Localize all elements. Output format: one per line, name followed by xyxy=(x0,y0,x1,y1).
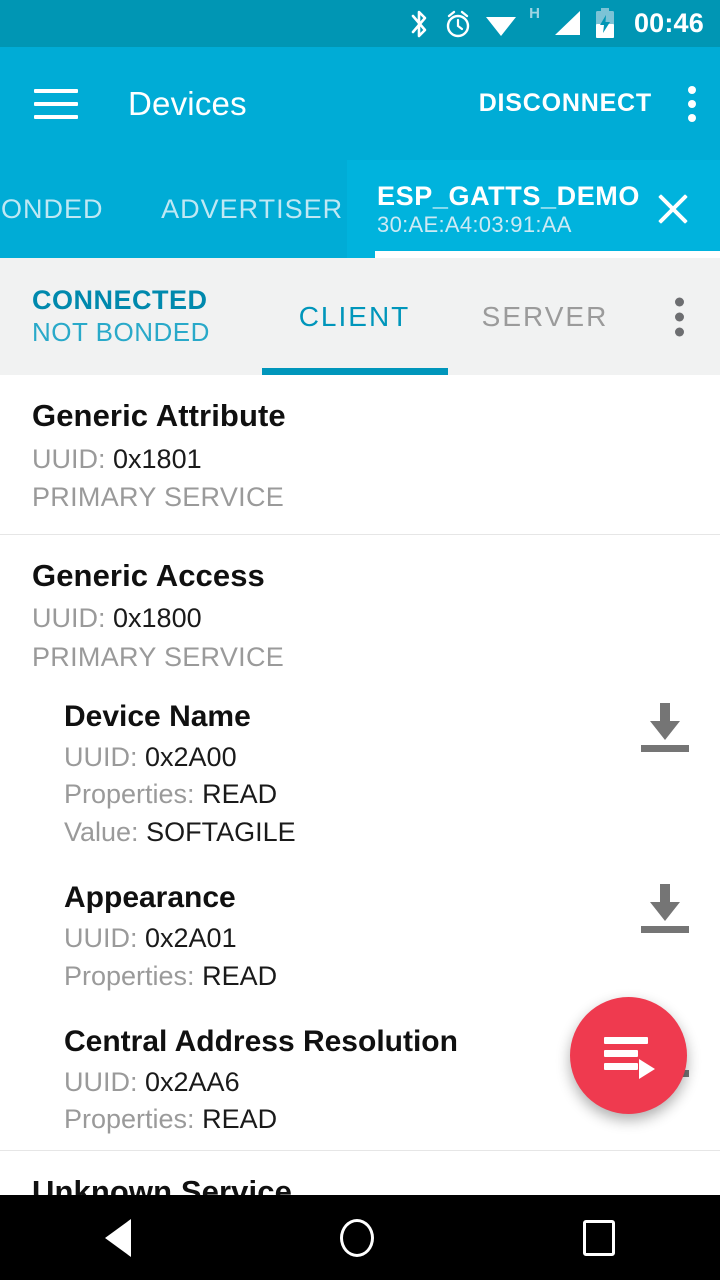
wifi-icon xyxy=(485,11,517,37)
download-arrow-head xyxy=(650,721,680,741)
service-type: PRIMARY SERVICE xyxy=(32,641,285,672)
list-item-characteristic[interactable]: Appearance UUID: 0x2A01 Properties: READ xyxy=(0,862,720,1006)
status-clock: 00:46 xyxy=(633,8,704,38)
list-item-service-partial[interactable]: Unknown Service xyxy=(0,1151,720,1195)
characteristic-uuid-value: 0x2AA6 xyxy=(145,1067,240,1098)
characteristic-properties-value: READ xyxy=(202,779,278,810)
hamburger-line xyxy=(34,114,78,119)
macro-line xyxy=(603,1036,648,1044)
kebab-dot xyxy=(688,113,696,122)
list-item-service[interactable]: Generic Attribute UUID: 0x1801 PRIMARY S… xyxy=(0,375,720,535)
characteristic-uuid: UUID: 0x2A01 xyxy=(64,922,630,954)
network-type-label: H xyxy=(529,5,540,22)
subtab-selected-indicator xyxy=(262,368,448,375)
tab-server[interactable]: SERVER xyxy=(455,301,635,333)
kebab-dot xyxy=(688,99,696,108)
run-macro-fab[interactable] xyxy=(570,997,687,1114)
characteristic-uuid-value: 0x2A01 xyxy=(145,923,237,954)
characteristic-uuid-label: UUID: xyxy=(64,742,138,773)
list-item-characteristic[interactable]: Device Name UUID: 0x2A00 Properties: REA… xyxy=(0,681,720,862)
characteristic-name: Device Name xyxy=(64,700,251,734)
service-uuid: UUID: 0x1800 xyxy=(32,602,720,634)
characteristic-value: Value: SOFTAGILE xyxy=(64,816,630,848)
alarm-icon xyxy=(443,9,473,39)
home-icon[interactable] xyxy=(339,1218,374,1257)
characteristic-properties: Properties: READ xyxy=(64,1103,630,1135)
service-uuid: UUID: 0x1801 xyxy=(32,443,720,475)
service-type: PRIMARY SERVICE xyxy=(32,482,285,513)
characteristic-properties: Properties: READ xyxy=(64,960,630,992)
service-uuid-value: 0x1801 xyxy=(113,443,202,474)
kebab-dot xyxy=(675,297,684,306)
kebab-dot xyxy=(675,327,684,336)
device-tab-text: ESP_GATTS_DEMO 30:AE:A4:03:91:AA xyxy=(377,181,640,238)
close-icon[interactable] xyxy=(650,186,696,232)
back-icon[interactable] xyxy=(104,1218,131,1257)
service-uuid-value: 0x1800 xyxy=(113,603,202,634)
client-overflow-menu-icon[interactable] xyxy=(675,297,684,336)
menu-icon[interactable] xyxy=(34,88,78,119)
characteristic-name: Appearance xyxy=(64,881,236,915)
kebab-dot xyxy=(675,312,684,321)
download-icon[interactable] xyxy=(636,703,692,753)
download-baseline xyxy=(641,745,689,753)
characteristic-properties-label: Properties: xyxy=(64,1104,195,1135)
characteristic-uuid: UUID: 0x2A00 xyxy=(64,741,630,773)
page-title: Devices xyxy=(128,84,247,122)
characteristic-name: Central Address Resolution xyxy=(64,1025,458,1059)
characteristic-properties-value: READ xyxy=(202,960,278,991)
characteristic-properties-value: READ xyxy=(202,1104,278,1135)
connection-status-block: CONNECTED NOT BONDED xyxy=(0,284,262,349)
status-badge-bond: NOT BONDED xyxy=(32,317,210,348)
app-screen: H 00:46 Devices DISCONNECT ONDED ADVERTI… xyxy=(0,0,720,1280)
recents-icon[interactable] xyxy=(583,1219,616,1256)
connection-status-bar: CONNECTED NOT BONDED CLIENT SERVER xyxy=(0,258,720,375)
service-uuid-label: UUID: xyxy=(32,443,106,474)
characteristic-properties: Properties: READ xyxy=(64,778,630,810)
characteristic-uuid-label: UUID: xyxy=(64,923,138,954)
tab-advertiser[interactable]: ADVERTISER xyxy=(157,160,347,258)
hamburger-line xyxy=(34,101,78,106)
app-bar: Devices DISCONNECT xyxy=(0,47,720,160)
cellular-signal-icon xyxy=(552,10,582,37)
status-badge-connected: CONNECTED xyxy=(32,285,208,316)
device-tab-address: 30:AE:A4:03:91:AA xyxy=(377,211,572,237)
play-triangle-icon xyxy=(638,1058,655,1079)
service-name: Generic Attribute xyxy=(32,398,286,433)
list-item-service[interactable]: Generic Access UUID: 0x1800 PRIMARY SERV… xyxy=(0,535,720,682)
bluetooth-icon xyxy=(407,8,431,40)
system-navigation-bar xyxy=(0,1195,720,1280)
macro-line xyxy=(603,1049,638,1057)
battery-charging-icon xyxy=(594,8,616,39)
tab-device-esp-gatts-demo[interactable]: ESP_GATTS_DEMO 30:AE:A4:03:91:AA xyxy=(347,160,720,258)
service-name: Unknown Service xyxy=(32,1173,292,1195)
kebab-dot xyxy=(688,85,696,94)
characteristic-properties-label: Properties: xyxy=(64,960,195,991)
device-tab-name: ESP_GATTS_DEMO xyxy=(377,180,640,211)
macro-line xyxy=(603,1062,638,1070)
service-name: Generic Access xyxy=(32,557,265,593)
characteristic-properties-label: Properties: xyxy=(64,779,195,810)
characteristic-value-label: Value: xyxy=(64,816,139,847)
download-arrow-head xyxy=(650,902,680,922)
overflow-menu-icon[interactable] xyxy=(678,80,698,128)
characteristic-uuid-label: UUID: xyxy=(64,1067,138,1098)
tab-bonded[interactable]: BONDED xyxy=(0,160,157,258)
characteristic-uuid-value: 0x2A00 xyxy=(145,742,237,773)
tab-selected-indicator xyxy=(375,251,720,258)
download-icon[interactable] xyxy=(636,884,692,934)
hamburger-line xyxy=(34,88,78,93)
run-macro-icon xyxy=(603,1035,655,1079)
device-tab-strip: BONDED ADVERTISER ESP_GATTS_DEMO 30:AE:A… xyxy=(0,160,720,258)
download-baseline xyxy=(641,926,689,934)
tab-client[interactable]: CLIENT xyxy=(262,301,447,333)
characteristic-uuid: UUID: 0x2AA6 xyxy=(64,1066,630,1098)
service-uuid-label: UUID: xyxy=(32,603,106,634)
disconnect-button[interactable]: DISCONNECT xyxy=(479,89,652,118)
characteristic-value-value: SOFTAGILE xyxy=(146,816,296,847)
app-bar-actions: DISCONNECT xyxy=(479,80,698,128)
system-status-bar: H 00:46 xyxy=(0,0,720,47)
